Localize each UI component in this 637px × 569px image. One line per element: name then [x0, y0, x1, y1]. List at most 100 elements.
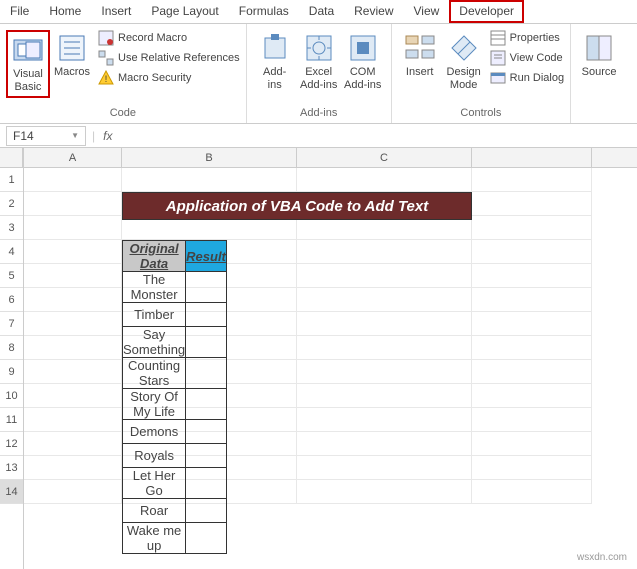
source-label: Source — [582, 66, 617, 79]
col-header[interactable]: B — [122, 148, 297, 167]
row-header[interactable]: 11 — [0, 408, 23, 432]
group-label-addins: Add-ins — [253, 107, 385, 121]
menu-review[interactable]: Review — [344, 0, 403, 23]
view-code-icon — [490, 50, 506, 66]
result-cell[interactable] — [186, 327, 227, 358]
row-header[interactable]: 9 — [0, 360, 23, 384]
row-header[interactable]: 2 — [0, 192, 23, 216]
fx-icon[interactable]: fx — [103, 129, 112, 143]
design-mode-button[interactable]: Design Mode — [442, 30, 486, 94]
data-cell[interactable]: Demons — [123, 420, 186, 444]
menu-file[interactable]: File — [0, 0, 39, 23]
run-dialog-icon — [490, 70, 506, 86]
use-relative-label: Use Relative References — [118, 52, 240, 64]
menu-developer[interactable]: Developer — [449, 0, 524, 23]
group-label-controls: Controls — [398, 107, 564, 121]
row-header[interactable]: 13 — [0, 456, 23, 480]
result-cell[interactable] — [186, 420, 227, 444]
col-header[interactable] — [472, 148, 592, 167]
ribbon: Visual Basic Macros Record Macro Use Rel… — [0, 24, 637, 124]
run-dialog-button[interactable]: Run Dialog — [490, 70, 564, 86]
insert-control-button[interactable]: Insert — [398, 30, 442, 81]
data-cell[interactable]: Wake me up — [123, 523, 186, 554]
row-header[interactable]: 1 — [0, 168, 23, 192]
row-header[interactable]: 10 — [0, 384, 23, 408]
data-cell[interactable]: Say Something — [123, 327, 186, 358]
visual-basic-button[interactable]: Visual Basic — [6, 30, 50, 98]
macros-button[interactable]: Macros — [50, 30, 94, 81]
macros-icon — [56, 32, 88, 64]
menu-formulas[interactable]: Formulas — [229, 0, 299, 23]
row-header[interactable]: 7 — [0, 312, 23, 336]
formula-input[interactable] — [120, 126, 637, 145]
data-table: Original Data Result The Monster Timber … — [122, 240, 227, 554]
row-header[interactable]: 4 — [0, 240, 23, 264]
svg-text:!: ! — [105, 74, 108, 84]
data-cell[interactable]: Timber — [123, 303, 186, 327]
excel-addins-label: Excel Add-ins — [300, 66, 337, 92]
com-addins-icon — [347, 32, 379, 64]
data-cell[interactable]: Roar — [123, 499, 186, 523]
data-cell[interactable]: The Monster — [123, 272, 186, 303]
data-cell[interactable]: Royals — [123, 444, 186, 468]
menu-bar: File Home Insert Page Layout Formulas Da… — [0, 0, 637, 24]
header-result: Result — [186, 241, 227, 272]
insert-control-icon — [404, 32, 436, 64]
col-header[interactable]: C — [297, 148, 472, 167]
view-code-button[interactable]: View Code — [490, 50, 564, 66]
menu-insert[interactable]: Insert — [91, 0, 141, 23]
record-macro-button[interactable]: Record Macro — [98, 30, 240, 46]
col-headers: A B C — [24, 148, 637, 168]
row-header[interactable]: 14 — [0, 480, 23, 504]
visual-basic-icon — [12, 34, 44, 66]
properties-button[interactable]: Properties — [490, 30, 564, 46]
row-headers: 1 2 3 4 5 6 7 8 9 10 11 12 13 14 — [0, 148, 24, 569]
macro-security-label: Macro Security — [118, 72, 191, 84]
ribbon-group-xml: Source — [571, 24, 627, 123]
excel-addins-button[interactable]: Excel Add-ins — [297, 30, 341, 94]
ribbon-group-controls: Insert Design Mode Properties View Code … — [392, 24, 571, 123]
use-relative-icon — [98, 50, 114, 66]
menu-home[interactable]: Home — [39, 0, 91, 23]
data-cell[interactable]: Let Her Go — [123, 468, 186, 499]
addins-button[interactable]: Add- ins — [253, 30, 297, 94]
menu-view[interactable]: View — [404, 0, 450, 23]
result-cell[interactable] — [186, 523, 227, 554]
result-cell[interactable] — [186, 272, 227, 303]
result-cell[interactable] — [186, 389, 227, 420]
formula-bar: F14 ▼ | fx — [0, 124, 637, 148]
data-cell[interactable]: Story Of My Life — [123, 389, 186, 420]
result-cell[interactable] — [186, 444, 227, 468]
row-header[interactable]: 3 — [0, 216, 23, 240]
com-addins-label: COM Add-ins — [344, 66, 381, 92]
data-cell[interactable]: Counting Stars — [123, 358, 186, 389]
watermark: wsxdn.com — [577, 552, 627, 563]
com-addins-button[interactable]: COM Add-ins — [341, 30, 385, 94]
menu-page-layout[interactable]: Page Layout — [141, 0, 228, 23]
properties-label: Properties — [510, 32, 560, 44]
grid-area: 1 2 3 4 5 6 7 8 9 10 11 12 13 14 A B C — [0, 148, 637, 569]
result-cell[interactable] — [186, 358, 227, 389]
col-header[interactable]: A — [24, 148, 122, 167]
row-header[interactable]: 8 — [0, 336, 23, 360]
result-cell[interactable] — [186, 468, 227, 499]
select-all-corner[interactable] — [0, 148, 23, 168]
group-label-code: Code — [6, 107, 240, 121]
row-header[interactable]: 6 — [0, 288, 23, 312]
result-cell[interactable] — [186, 499, 227, 523]
result-cell[interactable] — [186, 303, 227, 327]
addins-label: Add- ins — [263, 66, 286, 92]
menu-data[interactable]: Data — [299, 0, 344, 23]
source-button[interactable]: Source — [577, 30, 621, 81]
row-header[interactable]: 5 — [0, 264, 23, 288]
properties-icon — [490, 30, 506, 46]
design-mode-icon — [448, 32, 480, 64]
macro-security-button[interactable]: ! Macro Security — [98, 70, 240, 86]
name-box[interactable]: F14 ▼ — [6, 126, 86, 146]
visual-basic-label: Visual Basic — [13, 68, 43, 94]
chevron-down-icon[interactable]: ▼ — [71, 131, 79, 140]
row-header[interactable]: 12 — [0, 432, 23, 456]
view-code-label: View Code — [510, 52, 563, 64]
name-box-value: F14 — [13, 129, 34, 143]
use-relative-button[interactable]: Use Relative References — [98, 50, 240, 66]
